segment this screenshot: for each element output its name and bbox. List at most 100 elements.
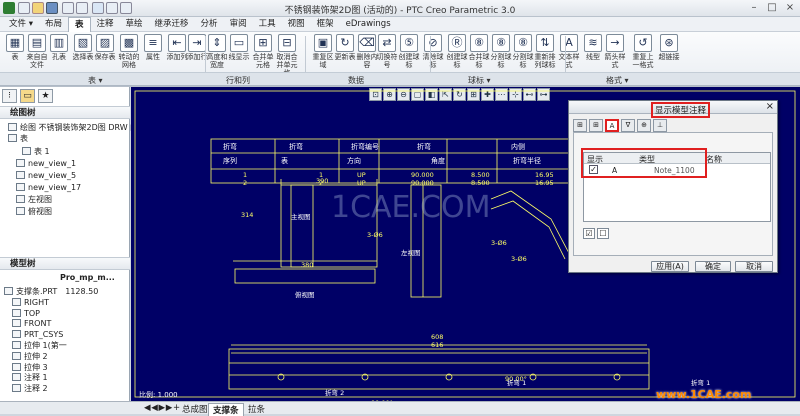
- menu-tab-5[interactable]: 继承迁移: [149, 17, 195, 32]
- drawing-tree-item[interactable]: 表 1: [22, 147, 50, 157]
- drawing-tree-item[interactable]: 左视图: [16, 195, 52, 205]
- model-tree-item[interactable]: FRONT: [12, 319, 51, 329]
- ribbon-button-25[interactable]: ≋ 线型: [582, 34, 604, 61]
- model-tree-item[interactable]: 拉伸 2: [12, 351, 48, 362]
- menu-tab-1[interactable]: 布局: [39, 17, 68, 32]
- ribbon-button-1[interactable]: ▤ 来自自文件: [26, 34, 48, 69]
- group-table[interactable]: 表 ▾: [88, 75, 103, 86]
- sheet-tab-tie[interactable]: 拉条: [244, 403, 269, 415]
- minimize-icon[interactable]: –: [747, 2, 761, 14]
- drawing-tree-item[interactable]: new_view_5: [16, 171, 76, 181]
- highlight-box: [581, 148, 707, 178]
- ribbon-button-icon: ⇥: [188, 34, 206, 52]
- dialog-close-icon[interactable]: ×: [766, 101, 774, 112]
- ribbon-button-17[interactable]: ⑤ 创建球标: [398, 34, 420, 69]
- col-name[interactable]: 名称: [706, 154, 722, 165]
- ribbon-button-23[interactable]: ⇅ 重新排列球标: [534, 34, 556, 69]
- ribbon-button-16[interactable]: ⇄ 切换符号: [376, 34, 398, 69]
- select-all-icon[interactable]: ☑: [583, 228, 595, 239]
- group-balloon[interactable]: 球标 ▾: [468, 75, 491, 86]
- ribbon-button-13[interactable]: ▣ 重复区域: [312, 34, 334, 69]
- ribbon-button-27[interactable]: ↺ 重复上一格式: [632, 34, 654, 69]
- drawing-tree-item[interactable]: 俯视图: [16, 207, 52, 217]
- ribbon-button-6[interactable]: ≡ 属性: [142, 34, 164, 61]
- view-label: 左视图: [401, 248, 421, 257]
- annotation-tab-4[interactable]: ⊕: [637, 119, 651, 132]
- menu-tab-6[interactable]: 分析: [195, 17, 224, 32]
- feature-icon: [12, 308, 21, 317]
- ribbon-button-9[interactable]: ⇕ 高度和宽度: [206, 34, 228, 69]
- menu-tab-3[interactable]: 注释: [91, 17, 120, 32]
- menu-tab-0[interactable]: 文件 ▾: [3, 17, 39, 32]
- menu-tab-10[interactable]: 框架: [311, 17, 340, 32]
- menu-tab-2[interactable]: 表: [67, 16, 91, 32]
- model-tree-item[interactable]: 注释 1: [12, 373, 48, 383]
- menu-tab-8[interactable]: 工具: [253, 17, 282, 32]
- ribbon-button-18[interactable]: ⊘ 清除球标: [422, 34, 444, 69]
- ribbon-button-12[interactable]: ⊟取消合并单元格: [276, 34, 298, 77]
- annotation-tab-5[interactable]: ⊥: [653, 119, 667, 132]
- bottom-view-outline: [228, 348, 650, 390]
- ribbon-button-24[interactable]: A 文本样式: [558, 34, 580, 69]
- deselect-all-icon[interactable]: ☐: [597, 228, 609, 239]
- close-icon[interactable]: ×: [783, 2, 797, 14]
- annotation-tab-1[interactable]: ⊞: [589, 119, 603, 132]
- drawing-tree-header[interactable]: 绘图树: [0, 106, 130, 119]
- model-tree-item[interactable]: 拉伸 1(第一: [12, 341, 67, 351]
- ribbon-button-14[interactable]: ↻ 更新表: [334, 34, 356, 61]
- drawing-tree-item[interactable]: new_view_17: [16, 183, 81, 193]
- model-tree-item[interactable]: 支撑条.PRT 1128.50: [4, 287, 98, 297]
- model-tree-header[interactable]: 模型树: [0, 257, 130, 270]
- model-tree-item[interactable]: PRT_CSYS: [12, 330, 63, 340]
- ribbon-button-20[interactable]: ⑧ 合并球标: [468, 34, 490, 69]
- model-tree-column-header[interactable]: Pro_mp_m...: [60, 273, 115, 283]
- ribbon-button-21[interactable]: ⑧ 分割球标: [490, 34, 512, 69]
- annotation-tab-3[interactable]: ∇: [621, 119, 635, 132]
- model-tree-item[interactable]: 拉伸 3: [12, 362, 48, 373]
- group-format[interactable]: 格式 ▾: [606, 75, 629, 86]
- drawing-tree-item[interactable]: 绘图 不锈钢装饰架2D图 DRW 的表: [8, 123, 146, 133]
- ribbon-button-19[interactable]: Ⓡ 创建球标: [446, 34, 468, 69]
- ribbon-button-2[interactable]: ▥ 孔表: [48, 34, 70, 61]
- annotation-tab-0[interactable]: ⊞: [573, 119, 587, 132]
- model-tree-item[interactable]: TOP: [12, 308, 40, 319]
- menu-tab-4[interactable]: 草绘: [120, 17, 149, 32]
- group-data: 数据: [348, 76, 364, 85]
- ribbon-button-15[interactable]: ⌫ 删除内容: [356, 34, 378, 69]
- maximize-icon[interactable]: □: [765, 2, 779, 14]
- ribbon-tab-bar: 文件 ▾ 布局表注释 草绘 继承迁移 分析 审阅 工具 视图 框架 eDrawings: [0, 16, 800, 32]
- apply-button[interactable]: 应用(A): [651, 261, 689, 272]
- sheet-tab-assembly[interactable]: 总成图: [178, 403, 212, 415]
- drawing-tree-item[interactable]: new_view_1: [16, 159, 76, 169]
- ribbon-button-22[interactable]: ⑧ 分割球标: [512, 34, 534, 69]
- menu-tab-7[interactable]: 审阅: [224, 17, 253, 32]
- favorites-tab-icon[interactable]: ★: [38, 89, 53, 103]
- cancel-button[interactable]: 取消: [735, 261, 773, 272]
- ribbon-button-label: 选择表: [72, 53, 94, 61]
- model-tree-tab-icon[interactable]: ⁝: [2, 89, 17, 103]
- group-rows-columns: 行和列: [226, 76, 250, 85]
- folder-browser-tab-icon[interactable]: ▭: [20, 89, 35, 103]
- ribbon-button-label: 创建球标: [446, 53, 468, 69]
- menu-tab-11[interactable]: eDrawings: [340, 17, 397, 32]
- sheet-nav-arrows[interactable]: ◀ ◀ ▶ ▶ +: [140, 403, 183, 413]
- ribbon-button-3[interactable]: ▧ 选择表: [72, 34, 94, 61]
- feature-icon: [12, 341, 21, 349]
- annotation-tab-2[interactable]: A: [605, 119, 619, 132]
- ribbon-button-26[interactable]: → 箭头样式: [604, 34, 626, 69]
- ribbon-button-0[interactable]: ▦ 表: [4, 34, 26, 61]
- model-tree-item[interactable]: RIGHT: [12, 297, 49, 308]
- ribbon-button-icon: ⇅: [536, 34, 554, 52]
- ribbon-button-10[interactable]: ▭ 线显示: [228, 34, 250, 61]
- ribbon-button-label: 转动的网格: [118, 53, 140, 69]
- ribbon-button-5[interactable]: ▩ 转动的网格: [118, 34, 140, 69]
- model-tree-item[interactable]: 注释 2: [12, 384, 48, 394]
- ribbon-button-4[interactable]: ▨ 保存表: [94, 34, 116, 61]
- sheet-tab-support[interactable]: 支撑条: [208, 403, 244, 416]
- drawing-tree-item[interactable]: 表: [8, 134, 28, 144]
- ribbon-button-7[interactable]: ⇤ 添加列: [166, 34, 188, 61]
- ribbon-button-11[interactable]: ⊞ 合并单元格: [252, 34, 274, 69]
- menu-tab-9[interactable]: 视图: [282, 17, 311, 32]
- ribbon-button-28[interactable]: ⊛ 超链接: [658, 34, 680, 61]
- ok-button[interactable]: 确定: [695, 261, 731, 272]
